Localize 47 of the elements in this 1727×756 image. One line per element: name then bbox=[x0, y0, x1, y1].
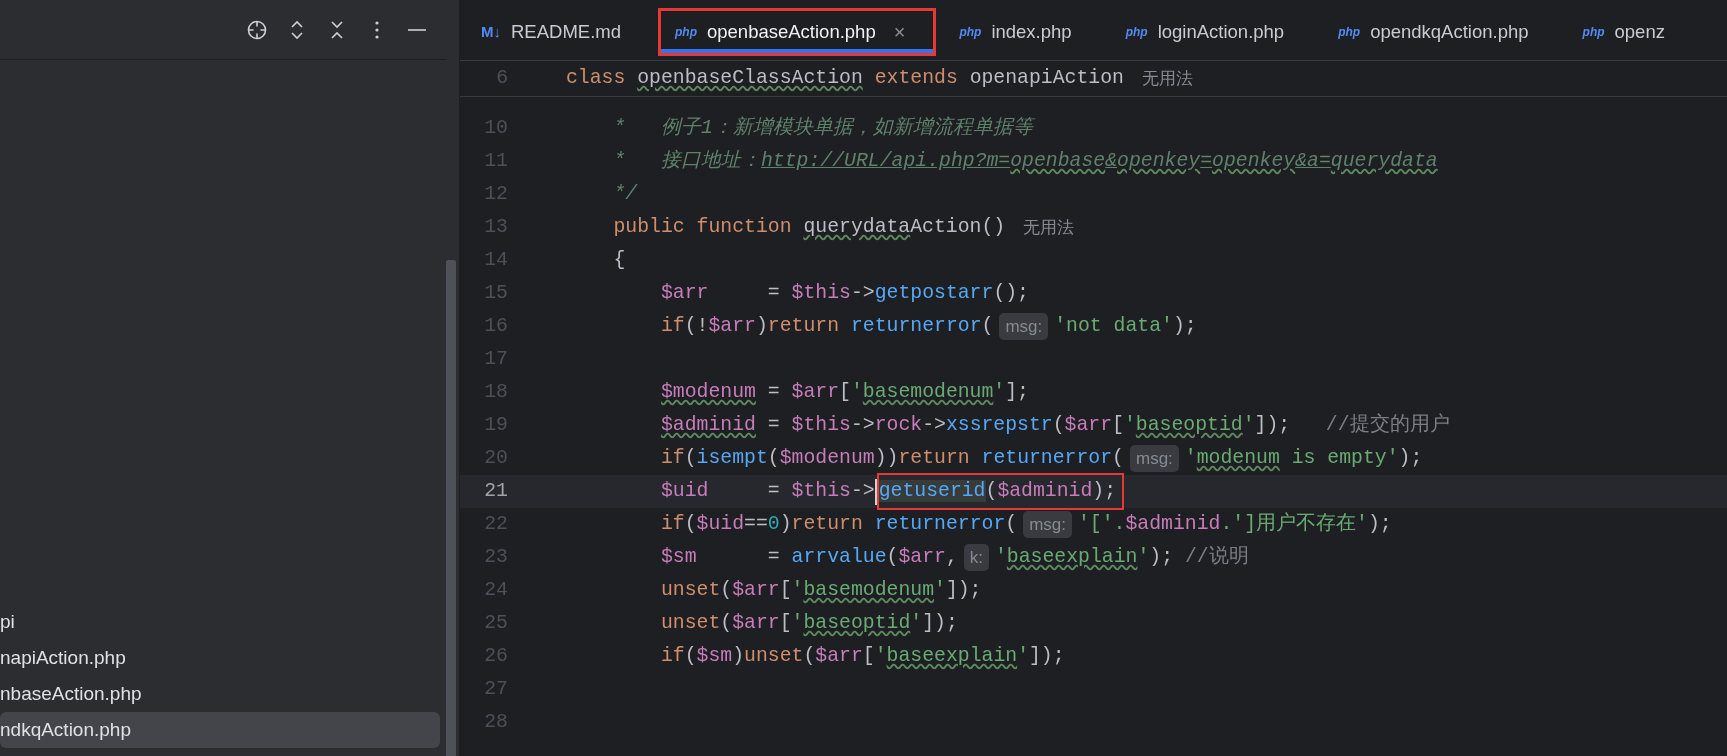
code-text: $arr = $this->getpostarr(); bbox=[660, 280, 1029, 306]
code-text: 'baseexplain'); //说明 bbox=[995, 544, 1249, 570]
file-tab[interactable]: php loginAction.php bbox=[1108, 8, 1316, 56]
code-text: { bbox=[613, 247, 626, 273]
file-item[interactable]: ndkqAction.php bbox=[0, 712, 440, 748]
file-type-icon: php bbox=[1582, 23, 1605, 41]
code-text: class openbaseClassAction extends openapiAction bbox=[566, 65, 1124, 91]
locate-icon[interactable] bbox=[246, 18, 268, 41]
code-text: 'not data'); bbox=[1054, 313, 1197, 339]
line-number: 21 bbox=[483, 478, 508, 504]
scrollbar-thumb[interactable] bbox=[446, 260, 456, 756]
file-type-icon: php bbox=[959, 23, 982, 41]
code-text: * 接口地址：http://URL/api.php?m=openbase&openkey=openkey&a=querydata bbox=[613, 148, 1438, 174]
inlay-hint: msg: bbox=[999, 312, 1049, 341]
file-type-icon: php bbox=[1338, 23, 1361, 41]
code-text: $adminid = $this->rock->xssrepstr($arr['baseoptid']); //提交的用户 bbox=[660, 412, 1450, 438]
code-text: unset($arr['baseoptid']); bbox=[660, 610, 958, 636]
close-button[interactable]: × bbox=[893, 17, 906, 47]
code-text: getuserid($adminid); bbox=[876, 472, 1125, 511]
code-text: 'modenum is empty'); bbox=[1184, 445, 1423, 471]
file-item[interactable]: napiAction.php bbox=[0, 640, 440, 676]
file-item[interactable]: pi bbox=[0, 604, 440, 640]
code-text: if(!$arr)return returnerror( bbox=[660, 313, 994, 339]
file-item[interactable]: nbaseAction.php bbox=[0, 676, 440, 712]
file-type-icon: M↓ bbox=[481, 20, 501, 44]
code-text: unset($arr['basemodenum']); bbox=[660, 577, 982, 603]
code-text: */ bbox=[613, 181, 638, 207]
inlay-hint: k: bbox=[963, 543, 989, 572]
code-text: if(isempt($modenum))return returnerror( bbox=[660, 445, 1124, 471]
code-text: '['.$adminid.']用户不存在'); bbox=[1077, 511, 1392, 537]
code-text: $modenum = $arr['basemodenum']; bbox=[660, 379, 1029, 405]
code-text: $uid = $this-> bbox=[660, 478, 875, 504]
usage-hint: 无用法 bbox=[1141, 67, 1193, 90]
file-tab[interactable]: php opendkqAction.php bbox=[1321, 8, 1560, 56]
file-tab[interactable]: php openbaseAction.php × bbox=[658, 8, 937, 56]
code-text: $sm = arrvalue($arr, bbox=[660, 544, 958, 570]
code-text: if($uid==0)return returnerror( bbox=[660, 511, 1018, 537]
code-text: if($sm)unset($arr['baseexplain']); bbox=[660, 643, 1065, 669]
inlay-hint: msg: bbox=[1129, 444, 1179, 473]
file-tab[interactable]: M↓ README.md bbox=[464, 8, 652, 56]
code-text: public function querydataAction() bbox=[613, 214, 1006, 240]
file-tab[interactable]: php openz bbox=[1565, 8, 1696, 56]
file-type-icon: php bbox=[675, 23, 697, 41]
usage-hint: 无用法 bbox=[1023, 216, 1075, 239]
inlay-hint: msg: bbox=[1023, 510, 1072, 539]
file-tab[interactable]: php index.php bbox=[942, 8, 1103, 56]
file-type-icon: php bbox=[1125, 23, 1148, 41]
